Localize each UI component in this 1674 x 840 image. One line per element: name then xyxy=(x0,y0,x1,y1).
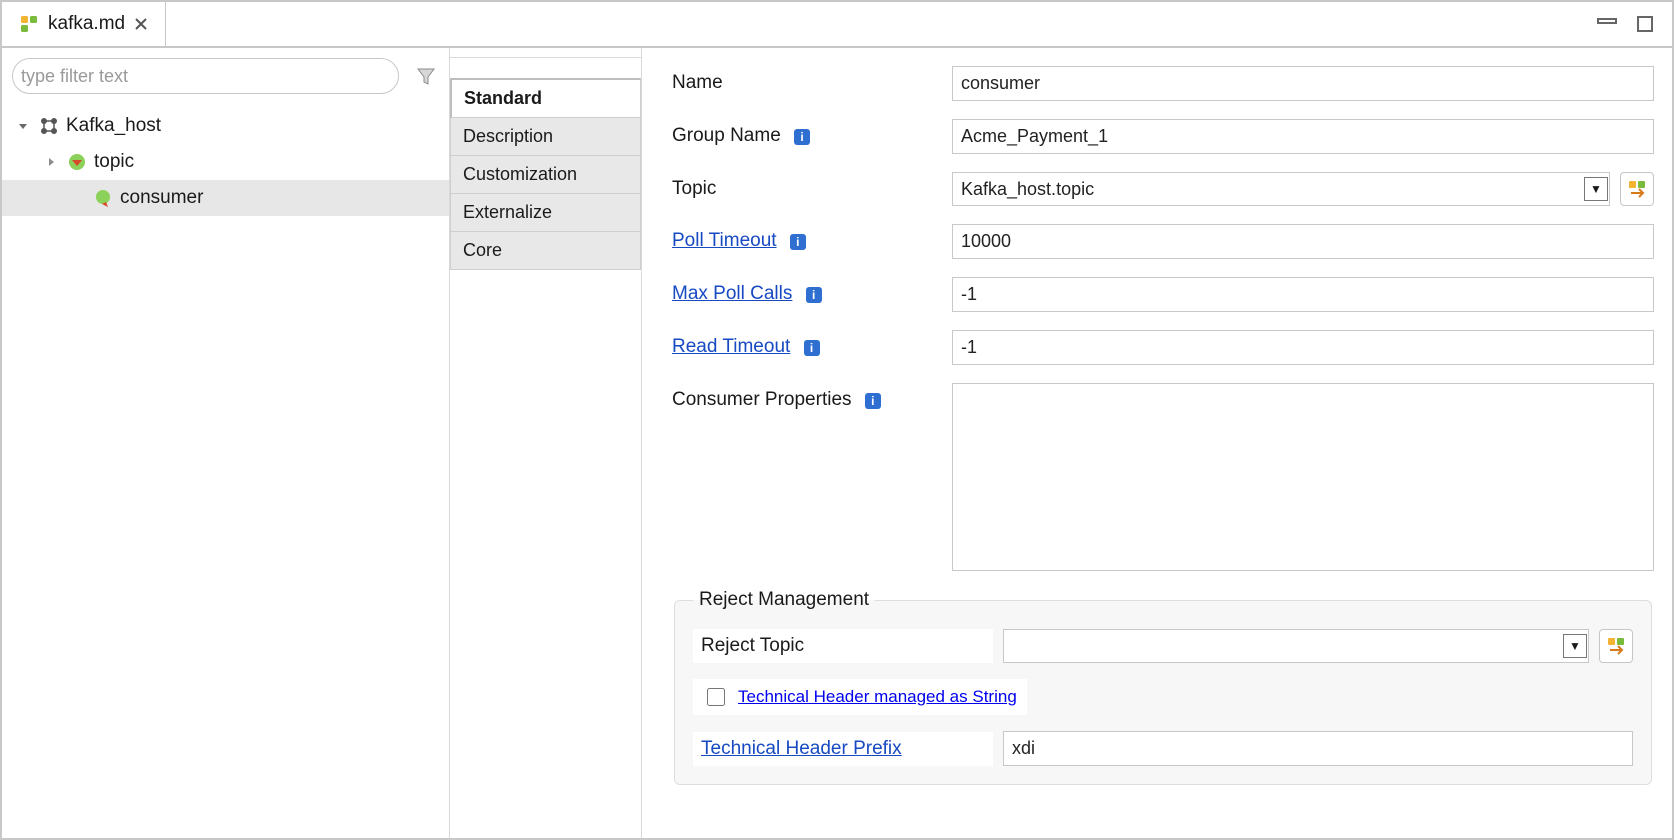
label-group-name: Group Name i xyxy=(672,119,952,147)
tab-externalize[interactable]: Externalize xyxy=(450,194,641,232)
tree-node-consumer[interactable]: consumer xyxy=(2,180,449,216)
topic-icon xyxy=(66,151,88,173)
tree-node-label: topic xyxy=(94,151,134,173)
label-poll-timeout: Poll Timeout i xyxy=(672,224,952,252)
label-name: Name xyxy=(672,66,952,94)
read-timeout-link[interactable]: Read Timeout xyxy=(672,336,790,357)
info-icon[interactable]: i xyxy=(804,340,820,356)
tech-header-prefix-field[interactable] xyxy=(1003,731,1633,766)
chevron-down-icon[interactable] xyxy=(14,117,32,135)
tab-standard[interactable]: Standard xyxy=(450,78,641,118)
label-reject-topic: Reject Topic xyxy=(693,629,993,663)
max-poll-calls-link[interactable]: Max Poll Calls xyxy=(672,283,792,304)
editor-tabstrip: kafka.md xyxy=(2,2,1672,48)
tech-header-prefix-link[interactable]: Technical Header Prefix xyxy=(701,738,902,759)
browse-reject-topic-button[interactable] xyxy=(1599,629,1633,663)
tab-customization[interactable]: Customization xyxy=(450,156,641,194)
browse-topic-button[interactable] xyxy=(1620,172,1654,206)
topic-select[interactable]: Kafka_host.topic xyxy=(952,172,1610,206)
maximize-icon[interactable] xyxy=(1636,15,1654,33)
label-max-poll-calls: Max Poll Calls i xyxy=(672,277,952,305)
server-icon xyxy=(38,115,60,137)
tech-header-string-checkbox[interactable]: Technical Header managed as String xyxy=(693,679,1027,715)
filter-input[interactable] xyxy=(12,58,399,94)
tab-description[interactable]: Description xyxy=(450,118,641,156)
chevron-down-icon[interactable]: ▼ xyxy=(1584,177,1608,201)
tree-node-topic[interactable]: topic xyxy=(2,144,449,180)
reject-management-group: Reject Management Reject Topic ▼ xyxy=(674,589,1652,785)
reject-legend: Reject Management xyxy=(693,589,875,611)
tree-node-label: consumer xyxy=(120,187,203,209)
chevron-down-icon[interactable]: ▼ xyxy=(1563,634,1587,658)
consumer-icon xyxy=(92,187,114,209)
tab-core[interactable]: Core xyxy=(450,232,641,270)
info-icon[interactable]: i xyxy=(806,287,822,303)
tree-node-label: Kafka_host xyxy=(66,115,161,137)
name-field[interactable] xyxy=(952,66,1654,101)
label-topic: Topic xyxy=(672,172,952,200)
consumer-properties-field[interactable] xyxy=(952,383,1654,571)
minimize-icon[interactable] xyxy=(1596,17,1618,31)
close-icon[interactable] xyxy=(133,16,149,32)
info-icon[interactable]: i xyxy=(790,234,806,250)
label-consumer-properties: Consumer Properties i xyxy=(672,383,952,411)
editor-tab-kafka[interactable]: kafka.md xyxy=(2,2,166,46)
filter-icon[interactable] xyxy=(413,63,439,89)
info-icon[interactable]: i xyxy=(865,393,881,409)
file-icon xyxy=(18,13,40,35)
chevron-right-icon[interactable] xyxy=(42,153,60,171)
tree-node-kafka-host[interactable]: Kafka_host xyxy=(2,108,449,144)
read-timeout-field[interactable] xyxy=(952,330,1654,365)
tech-header-string-input[interactable] xyxy=(707,688,725,706)
label-read-timeout: Read Timeout i xyxy=(672,330,952,358)
tech-header-string-link[interactable]: Technical Header managed as String xyxy=(738,687,1017,707)
poll-timeout-field[interactable] xyxy=(952,224,1654,259)
poll-timeout-link[interactable]: Poll Timeout xyxy=(672,230,777,251)
editor-tab-label: kafka.md xyxy=(48,13,125,35)
group-name-field[interactable] xyxy=(952,119,1654,154)
navigator-tree: Kafka_host topic xyxy=(2,104,449,216)
properties-form: Name Group Name i Topic Kafka_host.topic xyxy=(642,48,1672,838)
label-tech-header-prefix: Technical Header Prefix xyxy=(693,732,993,766)
info-icon[interactable]: i xyxy=(794,129,810,145)
property-tabs: Standard Description Customization Exter… xyxy=(450,78,641,270)
reject-topic-select[interactable] xyxy=(1003,629,1589,663)
max-poll-calls-field[interactable] xyxy=(952,277,1654,312)
